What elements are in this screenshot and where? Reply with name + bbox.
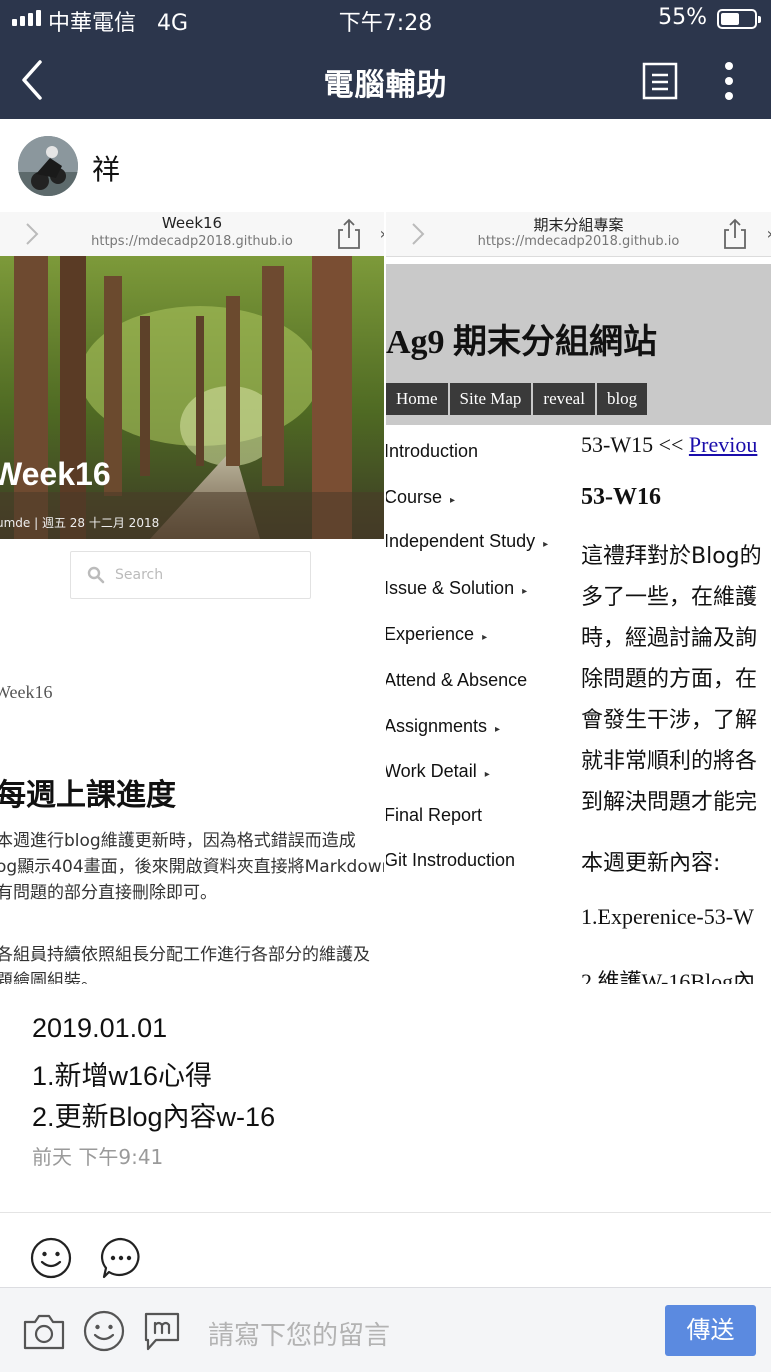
caret-right-icon: ▸ bbox=[543, 539, 549, 550]
update-label: 本週更新內容: bbox=[581, 851, 721, 876]
comment-bar: 請寫下您的留言 傳送 bbox=[0, 1287, 771, 1372]
post-text-line: 2019.01.01 bbox=[32, 1013, 168, 1043]
comment-bubble-icon[interactable] bbox=[100, 1237, 142, 1279]
site-title: Ag9 期末分組網站 bbox=[386, 324, 658, 361]
sidebar-item: Introduction bbox=[386, 441, 478, 462]
more-vertical-icon[interactable] bbox=[715, 60, 743, 104]
sidebar-item: Assignments ▸ bbox=[386, 716, 500, 737]
prev-prefix: 53-W15 << bbox=[581, 432, 689, 457]
share-icon bbox=[724, 218, 746, 249]
sidebar-item-label: Attend & Absence bbox=[386, 670, 528, 690]
update-item: 2.維護W-16Blog內 bbox=[581, 969, 756, 984]
battery-icon bbox=[717, 9, 761, 29]
content-line: 時，經過討論及詢 bbox=[581, 626, 758, 651]
browser-url-bar: 期末分組專案 https://mdecadp2018.github.io › bbox=[386, 212, 771, 257]
status-bar: 中華電信 4G 下午7:28 55% bbox=[0, 0, 771, 40]
caret-right-icon: ▸ bbox=[484, 769, 490, 780]
screenshot-image-group-site[interactable]: 期末分組專案 https://mdecadp2018.github.io › A… bbox=[386, 212, 771, 984]
content-line: 到解決問題才能完 bbox=[581, 790, 758, 815]
sidebar-item-label: Final Report bbox=[386, 805, 483, 825]
edge-glyph: › bbox=[767, 224, 771, 243]
sidebar-item-label: Experience bbox=[386, 624, 475, 644]
sidebar-item: Independent Study ▸ bbox=[386, 531, 548, 552]
prev-link-line: 53-W15 << Previou bbox=[581, 432, 757, 458]
edge-glyph: › bbox=[380, 224, 384, 243]
caret-right-icon: ▸ bbox=[482, 632, 488, 643]
top-bar: 中華電信 4G 下午7:28 55% 電腦輔助 bbox=[0, 0, 771, 119]
sidebar-item: Attend & Absence bbox=[386, 670, 527, 691]
blog-paragraph-line: og顯示404畫面，後來開啟資料夾直接將Markdown bbox=[0, 857, 384, 877]
screenshot-image-week16[interactable]: Week16 https://mdecadp2018.github.io › bbox=[0, 212, 384, 984]
search-icon bbox=[87, 566, 105, 584]
blog-paragraph-line: 本週進行blog維護更新時，因為格式錯誤而造成 bbox=[0, 831, 356, 851]
battery-percent: 55% bbox=[658, 5, 707, 30]
sidebar-item-label: Issue & Solution bbox=[386, 578, 515, 598]
menu-reveal: reveal bbox=[533, 383, 595, 415]
breadcrumb: Week16 bbox=[0, 682, 53, 702]
browser-url: https://mdecadp2018.github.io bbox=[91, 234, 293, 249]
status-time: 下午7:28 bbox=[338, 11, 433, 36]
browser-page-title: 期末分組專案 bbox=[533, 216, 624, 234]
sidebar-item: Experience ▸ bbox=[386, 624, 487, 645]
forest-path-image bbox=[0, 256, 384, 539]
content-heading: 53-W16 bbox=[581, 484, 661, 510]
hero-image: Week16 umde | 週五 28 十二月 2018 bbox=[0, 256, 384, 539]
browser-page-title: Week16 bbox=[161, 214, 223, 232]
search-placeholder: Search bbox=[115, 567, 164, 583]
send-button[interactable]: 傳送 bbox=[665, 1305, 756, 1356]
caret-right-icon: ▸ bbox=[450, 495, 456, 506]
content-line: 這禮拜對於Blog的 bbox=[581, 544, 762, 569]
sidebar-item: Final Report bbox=[386, 805, 482, 826]
hero-title: Week16 bbox=[0, 456, 111, 492]
post-text-line: 2.更新Blog內容w-16 bbox=[32, 1102, 276, 1132]
emoji-icon[interactable] bbox=[82, 1310, 126, 1352]
sidebar-item: Git Instroduction bbox=[386, 850, 515, 871]
sidebar-item-label: Work Detail bbox=[386, 761, 477, 781]
comment-input[interactable]: 請寫下您的留言 bbox=[208, 1315, 390, 1352]
browser-url-bar: Week16 https://mdecadp2018.github.io › bbox=[0, 212, 384, 257]
sidebar-item: Issue & Solution ▸ bbox=[386, 578, 527, 599]
share-icon bbox=[338, 218, 360, 249]
menu-site-map: Site Map bbox=[449, 383, 532, 415]
content-line: 除問題的方面，在 bbox=[581, 667, 758, 692]
motorcycle-rider-image bbox=[18, 136, 78, 196]
content-line: 會發生干涉，了解 bbox=[581, 708, 758, 733]
document-icon[interactable] bbox=[642, 62, 678, 100]
hero-meta: umde | 週五 28 十二月 2018 bbox=[0, 516, 160, 530]
content-line: 多了一些，在維護 bbox=[581, 585, 758, 610]
post-timestamp: 前天 下午9:41 bbox=[32, 1145, 164, 1169]
sidebar-item-label: Assignments bbox=[386, 716, 488, 736]
blog-search-input: Search bbox=[70, 551, 311, 599]
divider bbox=[0, 1212, 771, 1213]
sidebar-item-label: Introduction bbox=[386, 441, 479, 461]
author-name[interactable]: 祥 bbox=[92, 148, 120, 188]
sidebar-item: Work Detail ▸ bbox=[386, 761, 490, 782]
caret-right-icon: ▸ bbox=[522, 586, 528, 597]
avatar[interactable] bbox=[18, 136, 78, 196]
sidebar-item: Course ▸ bbox=[386, 487, 455, 508]
blog-paragraph-line: 題繪圖組裝。 bbox=[0, 971, 98, 984]
sticker-icon[interactable] bbox=[142, 1310, 186, 1352]
browser-url: https://mdecadp2018.github.io bbox=[477, 234, 680, 249]
previous-link: Previou bbox=[688, 432, 758, 457]
update-item: 1.Experenice-53-W bbox=[581, 904, 754, 929]
site-menu: Home Site Map reveal blog bbox=[386, 383, 649, 415]
camera-icon[interactable] bbox=[22, 1310, 66, 1352]
content-line: 就非常順利的將各 bbox=[581, 749, 758, 774]
sidebar-item-label: Git Instroduction bbox=[386, 850, 516, 870]
post-text-line: 1.新增w16心得 bbox=[32, 1061, 213, 1091]
sidebar-item-label: Course bbox=[386, 487, 443, 507]
blog-paragraph-line: 各組員持續依照組長分配工作進行各部分的維護及 bbox=[0, 945, 370, 965]
sidebar-item-label: Independent Study bbox=[386, 531, 536, 551]
smile-icon[interactable] bbox=[30, 1237, 72, 1279]
menu-blog: blog bbox=[596, 383, 648, 415]
blog-paragraph-line: 有問題的部分直接刪除即可。 bbox=[0, 883, 217, 903]
caret-right-icon: ▸ bbox=[495, 724, 501, 735]
menu-home: Home bbox=[386, 383, 448, 415]
blog-heading: 每週上課進度 bbox=[0, 778, 176, 813]
